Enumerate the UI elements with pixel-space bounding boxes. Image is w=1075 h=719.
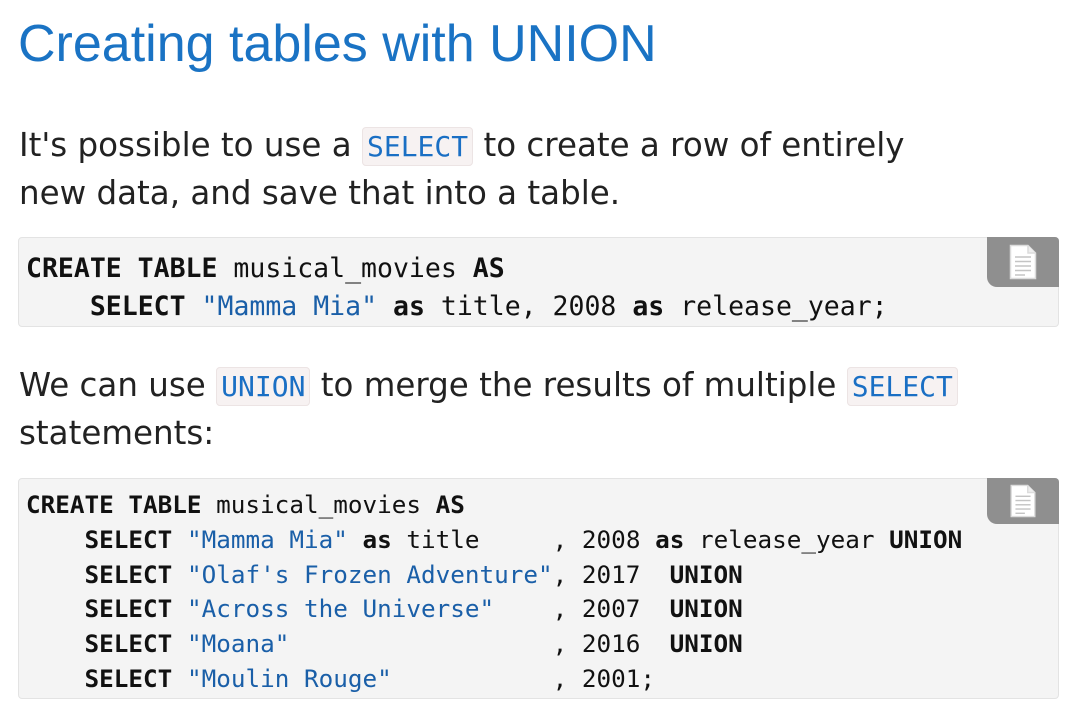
- code-keyword: CREATE TABLE: [26, 490, 202, 519]
- code-keyword: SELECT: [89, 291, 186, 322]
- code-string: "Across the Universe": [186, 594, 495, 624]
- code-text: musical_movies: [217, 253, 473, 284]
- code-text: title , 2008: [391, 524, 656, 554]
- code-keyword: SELECT: [84, 663, 173, 693]
- code-keyword: SELECT: [84, 594, 173, 624]
- code-keyword: UNION: [669, 629, 743, 659]
- inline-code-select: SELECT: [361, 127, 474, 166]
- intro-text-after-line2: new data, and save that into a table.: [19, 174, 621, 212]
- code-string: "Moana": [186, 629, 290, 659]
- code-keyword: AS: [472, 253, 505, 284]
- code-keyword: SELECT: [84, 559, 173, 589]
- intro-text-before: It's possible to use a: [19, 126, 362, 164]
- intro-text-after-line1: to create a row of entirely: [473, 126, 905, 164]
- copy-document-icon: [1009, 244, 1037, 280]
- code-text: , 2017: [552, 559, 670, 589]
- page-title: Creating tables with UNION: [18, 15, 657, 73]
- union-paragraph: We can use UNION to merge the results of…: [19, 362, 1059, 456]
- code-keyword: UNION: [669, 594, 743, 624]
- code-string: "Olaf's Frozen Adventure": [186, 559, 553, 589]
- code-block-union: CREATE TABLE musical_movies AS SELECT "M…: [18, 478, 1059, 699]
- code-text: release_year;: [664, 291, 888, 322]
- code-text: title, 2008: [424, 291, 633, 322]
- union-text-after: statements:: [19, 414, 215, 452]
- code-text: , 2016: [289, 629, 670, 659]
- code-keyword: as: [362, 524, 392, 554]
- code-text: release_year: [684, 524, 890, 554]
- code-keyword: UNION: [889, 524, 963, 554]
- code-keyword: AS: [435, 490, 465, 519]
- code-keyword: UNION: [669, 559, 743, 589]
- code-block-1-text: CREATE TABLE musical_movies AS SELECT "M…: [19, 238, 1058, 326]
- code-string: "Mamma Mia": [186, 524, 348, 554]
- code-keyword: CREATE TABLE: [26, 253, 218, 284]
- code-keyword: SELECT: [84, 524, 173, 554]
- code-keyword: SELECT: [84, 629, 173, 659]
- code-keyword: as: [632, 291, 665, 322]
- code-keyword: as: [655, 524, 685, 554]
- union-text-middle: to merge the results of multiple: [310, 366, 847, 404]
- copy-code-button[interactable]: [987, 478, 1059, 524]
- code-keyword: as: [393, 291, 425, 322]
- union-text-before: We can use: [19, 366, 217, 404]
- code-block-2-text: CREATE TABLE musical_movies AS SELECT "M…: [19, 479, 1058, 697]
- code-text: , 2001;: [391, 663, 656, 693]
- copy-code-button[interactable]: [987, 237, 1059, 287]
- code-text: , 2007: [494, 594, 670, 624]
- copy-document-icon: [1009, 484, 1037, 518]
- code-block-create-table: CREATE TABLE musical_movies AS SELECT "M…: [18, 237, 1059, 327]
- code-string: "Mamma Mia": [201, 291, 378, 322]
- inline-code-select: SELECT: [846, 367, 958, 406]
- code-string: "Moulin Rouge": [186, 663, 392, 693]
- code-text: musical_movies: [201, 490, 436, 519]
- inline-code-union: UNION: [216, 367, 311, 406]
- intro-paragraph: It's possible to use a SELECT to create …: [19, 122, 1059, 216]
